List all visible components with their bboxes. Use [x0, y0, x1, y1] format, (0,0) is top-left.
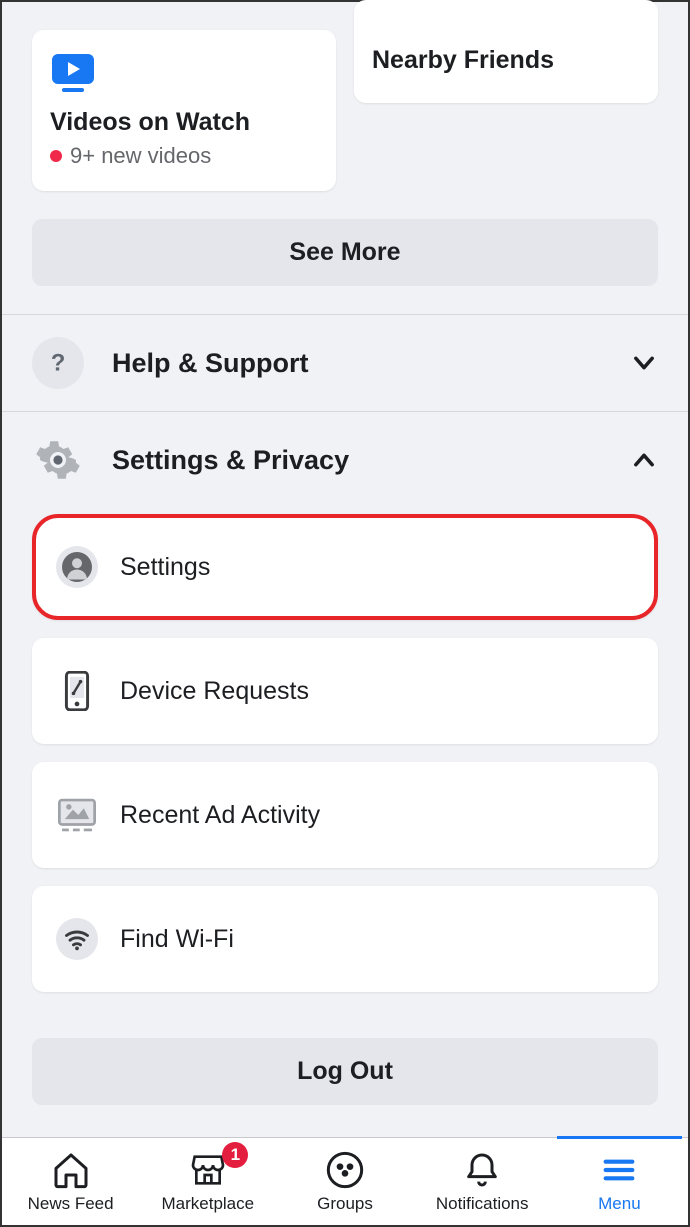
active-indicator [557, 1136, 682, 1139]
shortcut-nearby-friends[interactable]: Nearby Friends [354, 0, 658, 103]
shortcut-watch-subtitle: 9+ new videos [70, 143, 211, 169]
tab-label: News Feed [28, 1194, 114, 1214]
see-more-button[interactable]: See More [32, 219, 658, 286]
settings-item-device-requests[interactable]: Device Requests [32, 638, 658, 744]
home-icon [51, 1150, 91, 1190]
groups-icon [325, 1150, 365, 1190]
device-icon [56, 670, 98, 712]
bell-icon [462, 1150, 502, 1190]
image-icon [56, 794, 98, 836]
person-icon [56, 546, 98, 588]
tab-news-feed[interactable]: News Feed [2, 1138, 139, 1225]
gear-icon [32, 434, 84, 486]
settings-label: Settings [120, 553, 210, 582]
section-help-support[interactable]: ? Help & Support [2, 315, 688, 411]
tab-label: Marketplace [162, 1194, 255, 1214]
svg-text:?: ? [51, 350, 66, 376]
tab-groups[interactable]: Groups [276, 1138, 413, 1225]
tab-menu[interactable]: Menu [551, 1138, 688, 1225]
chevron-up-icon [630, 446, 658, 474]
tab-marketplace[interactable]: 1 Marketplace [139, 1138, 276, 1225]
help-icon: ? [32, 337, 84, 389]
shortcut-watch-title: Videos on Watch [50, 108, 318, 137]
find-wifi-label: Find Wi-Fi [120, 925, 234, 954]
tab-label: Menu [598, 1194, 641, 1214]
shortcut-watch[interactable]: Videos on Watch 9+ new videos [32, 30, 336, 191]
tab-label: Notifications [436, 1194, 529, 1214]
watch-icon [50, 50, 96, 96]
settings-item-find-wifi[interactable]: Find Wi-Fi [32, 886, 658, 992]
menu-icon [599, 1150, 639, 1190]
device-requests-label: Device Requests [120, 677, 309, 706]
wifi-icon [56, 918, 98, 960]
logout-button[interactable]: Log Out [32, 1038, 658, 1105]
settings-item-settings[interactable]: Settings [32, 514, 658, 620]
tab-label: Groups [317, 1194, 373, 1214]
recent-ad-label: Recent Ad Activity [120, 801, 320, 830]
section-settings-title: Settings & Privacy [112, 445, 602, 476]
shortcut-nearby-title: Nearby Friends [372, 46, 640, 75]
tab-bar: News Feed 1 Marketplace Groups Notificat… [2, 1137, 688, 1225]
tab-notifications[interactable]: Notifications [414, 1138, 551, 1225]
marketplace-badge: 1 [222, 1142, 248, 1168]
section-help-title: Help & Support [112, 348, 602, 379]
new-indicator-dot [50, 150, 62, 162]
settings-item-recent-ad[interactable]: Recent Ad Activity [32, 762, 658, 868]
chevron-down-icon [630, 349, 658, 377]
section-settings-privacy[interactable]: Settings & Privacy [2, 412, 688, 508]
